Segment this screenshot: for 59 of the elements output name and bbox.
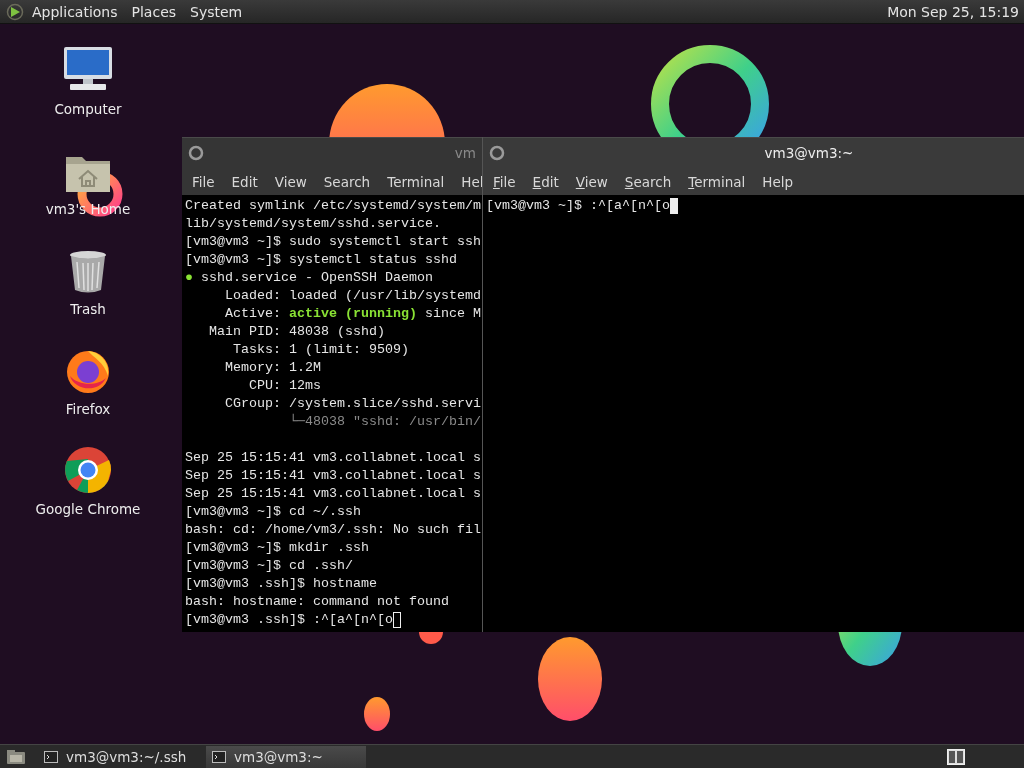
terminal-line: [vm3@vm3 ~]$ systemctl status sshd	[185, 251, 458, 269]
clock[interactable]: Mon Sep 25, 15:19	[887, 1, 1019, 22]
menu-item[interactable]: Search	[323, 173, 371, 190]
terminal-line: Created symlink /etc/systemd/system/m	[185, 197, 479, 215]
desktop-icon-label[interactable]: Trash	[70, 301, 106, 317]
terminal-line: bash: cd: /home/vm3/.ssh: No such fil	[185, 521, 479, 539]
terminal-line: CGroup: /system.slice/sshd.servi	[224, 395, 479, 413]
terminal-line: CPU: 12ms	[248, 377, 322, 395]
taskbar-button[interactable]: vm3@vm3:~/.ssh	[38, 745, 198, 768]
terminal-line: Sep 25 15:15:41 vm3.collabnet.local s	[185, 485, 479, 503]
menu-item[interactable]: View	[575, 173, 608, 190]
terminal-line: Tasks: 1 (limit: 9509)	[232, 341, 410, 359]
menu-item[interactable]: Help	[762, 173, 794, 190]
menu-item[interactable]: Hel	[461, 173, 484, 190]
terminal-line: [vm3@vm3 ~]$ :^[a^[n^[o	[486, 197, 670, 215]
desktop-icon-label[interactable]: Firefox	[65, 401, 111, 417]
terminal-line: [vm3@vm3 ~]$ cd ~/.ssh	[185, 503, 362, 521]
panel-menu[interactable]: System	[190, 1, 243, 22]
menu-item[interactable]: File	[192, 173, 215, 190]
taskbar-button[interactable]: vm3@vm3:~	[206, 745, 366, 768]
terminal-line: [vm3@vm3 ~]$ sudo systemctl start ssh	[185, 233, 479, 251]
terminal-line: [vm3@vm3 ~]$ mkdir .ssh	[185, 539, 370, 557]
terminal-line: Main PID: 48038 (sshd)	[208, 323, 386, 341]
menu-item[interactable]: Terminal	[688, 173, 746, 190]
menu-item[interactable]: Edit	[532, 173, 559, 190]
panel-menu[interactable]: Applications	[32, 1, 118, 22]
browser-icon[interactable]	[64, 446, 112, 494]
terminal-icon	[44, 750, 58, 763]
text-cursor	[392, 612, 401, 628]
terminal-icon	[212, 750, 226, 763]
terminal-line: └─48038 "sshd: /usr/bin/	[287, 413, 479, 431]
terminal-line: [vm3@vm3 .ssh]$ hostname	[185, 575, 378, 593]
terminal-line: [vm3@vm3 ~]$ cd .ssh/	[185, 557, 354, 575]
terminal-line: Sep 25 15:15:41 vm3.collabnet.local s	[185, 449, 479, 467]
trash-icon[interactable]	[68, 250, 108, 294]
text-cursor	[669, 198, 678, 214]
logo-icon[interactable]	[6, 2, 24, 21]
window-menu-icon[interactable]	[489, 145, 505, 161]
show-desktop-icon[interactable]	[6, 748, 26, 765]
menu-item[interactable]: Terminal	[387, 173, 445, 190]
panel-menu[interactable]: Places	[131, 1, 177, 22]
window-title: vm3@vm3:~	[763, 145, 855, 161]
terminal-line: Active: active (running) since M	[224, 305, 479, 323]
desktop-icon-label[interactable]: Computer	[54, 101, 122, 117]
terminal-line: lib/systemd/system/sshd.service.	[185, 215, 442, 233]
terminal-line: ● sshd.service - OpenSSH Daemon	[185, 269, 434, 287]
menu-item[interactable]: File	[493, 173, 516, 190]
terminal-line: Sep 25 15:15:41 vm3.collabnet.local s	[185, 467, 479, 485]
terminal-line: bash: hostname: command not found	[185, 593, 450, 611]
window-menu-icon[interactable]	[188, 145, 204, 161]
terminal-line: [vm3@vm3 .ssh]$ :^[a^[n^[o	[185, 611, 393, 629]
menu-item[interactable]: Edit	[231, 173, 258, 190]
terminal-line: Loaded: loaded (/usr/lib/systemd	[224, 287, 479, 305]
terminal-line: Memory: 1.2M	[224, 359, 322, 377]
window-title: vm	[453, 145, 476, 161]
menu-item[interactable]: Search	[624, 173, 672, 190]
workspace-switcher[interactable]	[947, 748, 965, 765]
desktop-icon-label[interactable]: Google Chrome	[35, 501, 141, 517]
menu-item[interactable]: View	[274, 173, 307, 190]
